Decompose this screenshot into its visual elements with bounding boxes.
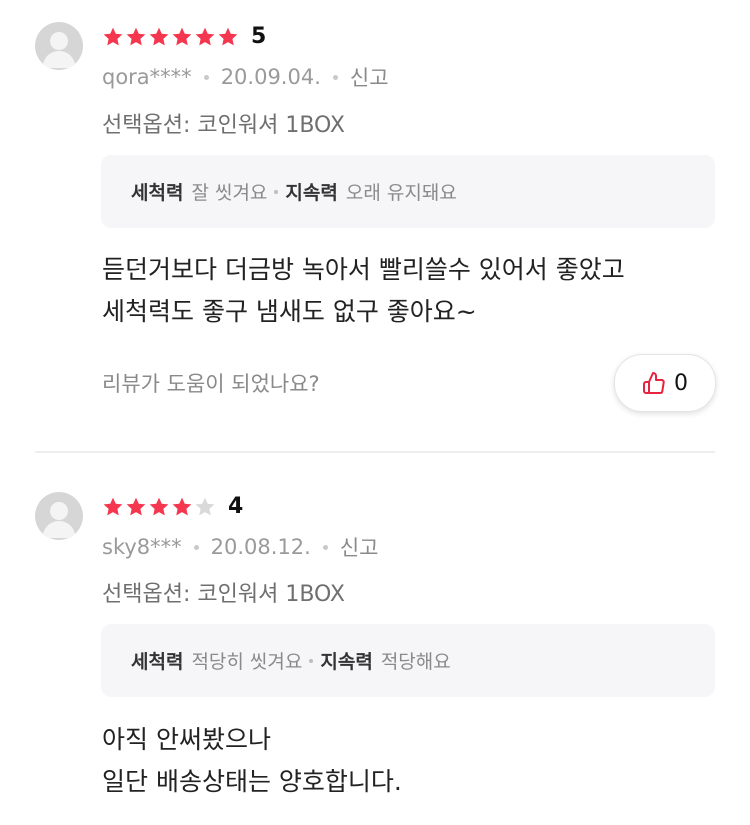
selected-option: 선택옵션: 코인워셔 1BOX (102, 582, 346, 607)
like-count: 0 (674, 370, 688, 396)
rating-score: 5 (251, 24, 267, 49)
like-button[interactable]: 0 (614, 354, 716, 412)
review-meta: sky8*** 20.08.12. 신고 (102, 532, 379, 562)
attribute-name: 지속력 (320, 651, 373, 673)
attribute-name: 세척력 (131, 651, 184, 673)
attribute-value: 잘 씻겨요 (191, 182, 268, 204)
review-body: 듣던거보다 더금방 녹아서 빨리쓸수 있어서 좋았고 세척력도 좋구 냄새도 없… (102, 249, 625, 333)
avatar (35, 22, 83, 70)
report-link[interactable]: 신고 (350, 62, 389, 92)
review-date: 20.09.04. (220, 65, 321, 89)
star-icon (195, 27, 215, 45)
divider (35, 451, 715, 453)
separator-dot (203, 74, 209, 80)
selected-option: 선택옵션: 코인워셔 1BOX (102, 113, 346, 138)
star-empty-icon (195, 497, 215, 515)
report-link[interactable]: 신고 (340, 532, 379, 562)
attribute-name: 세척력 (131, 182, 184, 204)
separator-dot (309, 658, 314, 663)
reviewer-id: qora**** (102, 65, 192, 89)
star-icon (149, 27, 169, 45)
separator-dot (193, 544, 199, 550)
attribute-value: 적당히 씻겨요 (191, 651, 303, 673)
attribute-box: 세척력 적당히 씻겨요 지속력 적당해요 (101, 624, 715, 697)
attribute-name: 지속력 (285, 182, 338, 204)
star-icon (103, 497, 123, 515)
rating-score: 4 (228, 494, 244, 519)
stars (102, 496, 216, 518)
review-date: 20.08.12. (210, 535, 311, 559)
review-body: 아직 안써봤으나 일단 배송상태는 양호합니다. (102, 719, 402, 803)
separator-dot (322, 544, 328, 550)
helpful-question: 리뷰가 도움이 되었나요? (102, 372, 320, 396)
thumbs-up-icon (643, 372, 665, 394)
star-rating: 5 (102, 24, 266, 49)
stars (102, 26, 239, 48)
star-icon (172, 497, 192, 515)
separator-dot (274, 189, 279, 194)
review-body-line: 아직 안써봤으나 (102, 725, 271, 754)
star-icon (103, 27, 123, 45)
star-rating: 4 (102, 494, 243, 519)
star-icon (149, 497, 169, 515)
star-icon (126, 497, 146, 515)
reviewer-id: sky8*** (102, 535, 182, 559)
star-icon (172, 27, 192, 45)
attribute-value: 오래 유지돼요 (345, 182, 457, 204)
attribute-value: 적당해요 (380, 651, 451, 673)
star-icon (218, 27, 238, 45)
review-body-line: 듣던거보다 더금방 녹아서 빨리쓸수 있어서 좋았고 (102, 255, 625, 284)
review-meta: qora**** 20.09.04. 신고 (102, 62, 389, 92)
review-body-line: 세척력도 좋구 냄새도 없구 좋아요~ (102, 297, 477, 326)
review-body-line: 일단 배송상태는 양호합니다. (102, 767, 402, 796)
separator-dot (332, 74, 338, 80)
attribute-box: 세척력 잘 씻겨요 지속력 오래 유지돼요 (101, 155, 715, 228)
avatar (35, 492, 83, 540)
star-icon (126, 27, 146, 45)
